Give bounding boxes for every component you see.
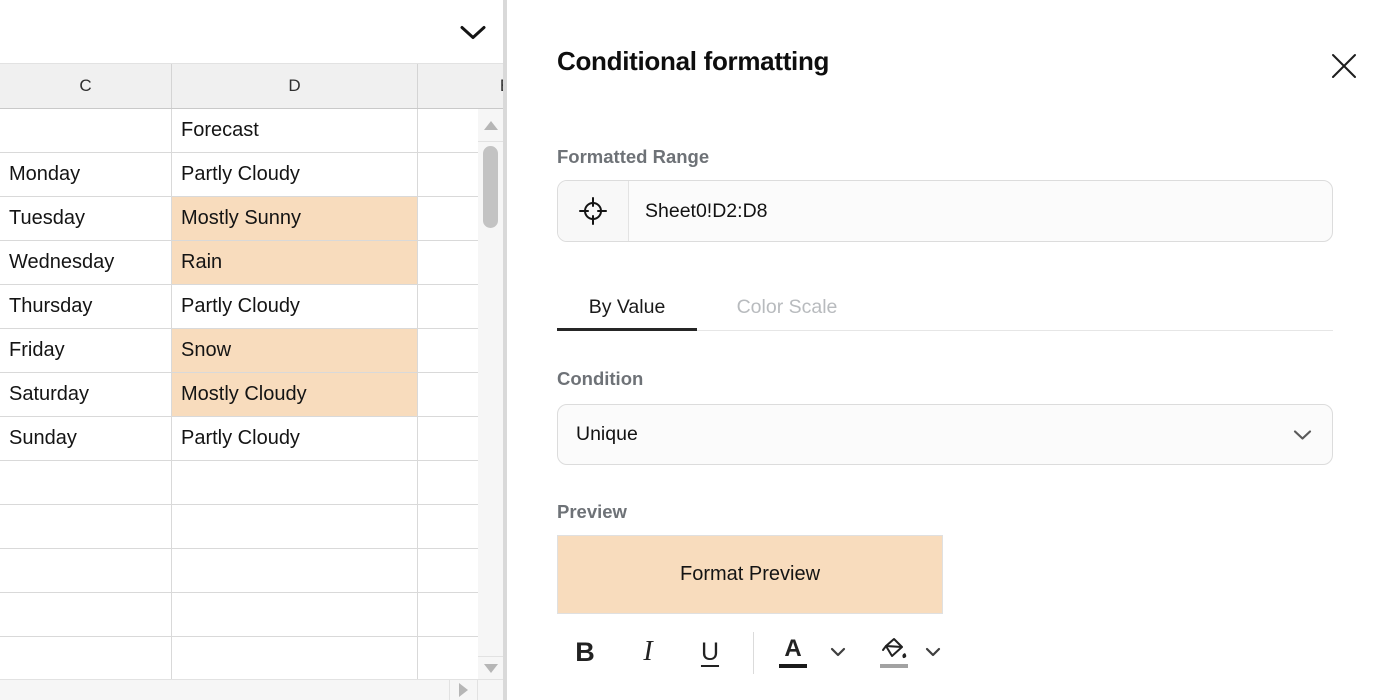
- tab-by-value[interactable]: By Value: [557, 284, 697, 330]
- spreadsheet-cell[interactable]: [172, 637, 418, 681]
- spreadsheet-area: C D E ForecastMondayPartly CloudyTuesday…: [0, 0, 503, 700]
- sheet-row: TuesdayMostly Sunny: [0, 197, 503, 241]
- format-preview-text: Format Preview: [680, 563, 820, 586]
- toolbar-divider: [753, 632, 754, 674]
- triangle-down-icon: [484, 664, 498, 673]
- spreadsheet-cell[interactable]: Mostly Cloudy: [172, 373, 418, 417]
- tab-label: Color Scale: [737, 296, 838, 319]
- spreadsheet-cell[interactable]: Tuesday: [0, 197, 172, 241]
- spreadsheet-cell[interactable]: Mostly Sunny: [172, 197, 418, 241]
- tab-color-scale[interactable]: Color Scale: [697, 284, 877, 330]
- close-panel-button[interactable]: [1329, 51, 1359, 81]
- fill-color-indicator: [880, 664, 908, 668]
- triangle-up-icon: [484, 121, 498, 130]
- sheet-row: ThursdayPartly Cloudy: [0, 285, 503, 329]
- underline-button[interactable]: U: [696, 628, 724, 676]
- column-letter: C: [79, 76, 91, 96]
- vertical-scrollbar-thumb[interactable]: [483, 146, 498, 228]
- spreadsheet-cell[interactable]: Wednesday: [0, 241, 172, 285]
- fill-color-icon: [879, 636, 909, 661]
- chevron-down-icon: [1293, 429, 1312, 440]
- horizontal-scrollbar[interactable]: [0, 679, 503, 700]
- spreadsheet-cell[interactable]: [0, 549, 172, 593]
- spreadsheet-cell[interactable]: Snow: [172, 329, 418, 373]
- spreadsheet-cell[interactable]: Partly Cloudy: [172, 153, 418, 197]
- chevron-down-icon: [830, 647, 846, 657]
- spreadsheet-cell[interactable]: Forecast: [172, 109, 418, 153]
- sheet-row: [0, 461, 503, 505]
- formatted-range-input[interactable]: Sheet0!D2:D8: [557, 180, 1333, 242]
- spreadsheet-cell[interactable]: [172, 505, 418, 549]
- vertical-scrollbar[interactable]: [478, 109, 503, 679]
- fill-color-button[interactable]: [877, 628, 911, 676]
- spreadsheet-cell[interactable]: [0, 505, 172, 549]
- sheet-row: WednesdayRain: [0, 241, 503, 285]
- triangle-right-icon: [459, 683, 468, 697]
- spreadsheet-cell[interactable]: Sunday: [0, 417, 172, 461]
- spreadsheet-cell[interactable]: Rain: [172, 241, 418, 285]
- sheet-row: FridaySnow: [0, 329, 503, 373]
- format-preview-box: Format Preview: [557, 535, 943, 614]
- column-letter: D: [288, 76, 300, 96]
- scroll-down-button[interactable]: [478, 656, 503, 679]
- text-color-icon: A: [784, 637, 801, 661]
- scroll-right-button[interactable]: [449, 680, 477, 700]
- chevron-down-icon: [925, 647, 941, 657]
- spreadsheet-cell[interactable]: Friday: [0, 329, 172, 373]
- spreadsheet-cell[interactable]: Partly Cloudy: [172, 417, 418, 461]
- italic-button[interactable]: I: [634, 628, 662, 676]
- close-icon: [1330, 52, 1358, 80]
- sheet-row: SaturdayMostly Cloudy: [0, 373, 503, 417]
- preview-label: Preview: [557, 501, 627, 523]
- format-toolbar: B I U A: [557, 628, 977, 682]
- sheet-row: [0, 637, 503, 681]
- condition-selected-value: Unique: [576, 423, 638, 446]
- text-color-dropdown-button[interactable]: [828, 628, 848, 676]
- sheet-grid: ForecastMondayPartly CloudyTuesdayMostly…: [0, 109, 503, 681]
- spreadsheet-cell[interactable]: [0, 593, 172, 637]
- panel-tabs: By Value Color Scale: [557, 284, 1333, 331]
- bold-button[interactable]: B: [571, 628, 599, 676]
- spreadsheet-cell[interactable]: Thursday: [0, 285, 172, 329]
- panel-divider: [503, 0, 507, 700]
- sheet-row: [0, 505, 503, 549]
- column-header-row: C D E: [0, 64, 503, 109]
- scrollbar-corner: [477, 680, 503, 700]
- spreadsheet-cell[interactable]: Monday: [0, 153, 172, 197]
- spreadsheet-cell[interactable]: Partly Cloudy: [172, 285, 418, 329]
- spreadsheet-cell[interactable]: [0, 109, 172, 153]
- column-header-c[interactable]: C: [0, 64, 172, 108]
- text-color-indicator: [779, 664, 807, 668]
- scroll-up-button[interactable]: [478, 109, 503, 142]
- range-value[interactable]: Sheet0!D2:D8: [629, 181, 1332, 241]
- column-header-e[interactable]: E: [418, 64, 503, 108]
- fill-color-dropdown-button[interactable]: [923, 628, 943, 676]
- toolbar-collapse-button[interactable]: [457, 20, 489, 44]
- sheet-row: SundayPartly Cloudy: [0, 417, 503, 461]
- sheet-toolbar: [0, 0, 503, 64]
- tab-label: By Value: [589, 296, 666, 319]
- panel-title: Conditional formatting: [557, 46, 829, 77]
- spreadsheet-cell[interactable]: [172, 549, 418, 593]
- condition-dropdown[interactable]: Unique: [557, 404, 1333, 465]
- sheet-row: [0, 593, 503, 637]
- spreadsheet-cell[interactable]: [172, 461, 418, 505]
- text-color-button[interactable]: A: [778, 628, 808, 676]
- crosshair-target-icon: [576, 194, 610, 228]
- spreadsheet-cell[interactable]: [0, 637, 172, 681]
- select-range-button[interactable]: [558, 181, 629, 241]
- spreadsheet-cell[interactable]: [0, 461, 172, 505]
- sheet-row: Forecast: [0, 109, 503, 153]
- formatted-range-label: Formatted Range: [557, 146, 709, 168]
- chevron-down-icon: [459, 24, 487, 41]
- sheet-row: MondayPartly Cloudy: [0, 153, 503, 197]
- spreadsheet-cell[interactable]: [172, 593, 418, 637]
- sheet-row: [0, 549, 503, 593]
- conditional-formatting-panel: Conditional formatting Formatted Range S…: [507, 0, 1379, 700]
- spreadsheet-cell[interactable]: Saturday: [0, 373, 172, 417]
- column-header-d[interactable]: D: [172, 64, 418, 108]
- condition-label: Condition: [557, 368, 643, 390]
